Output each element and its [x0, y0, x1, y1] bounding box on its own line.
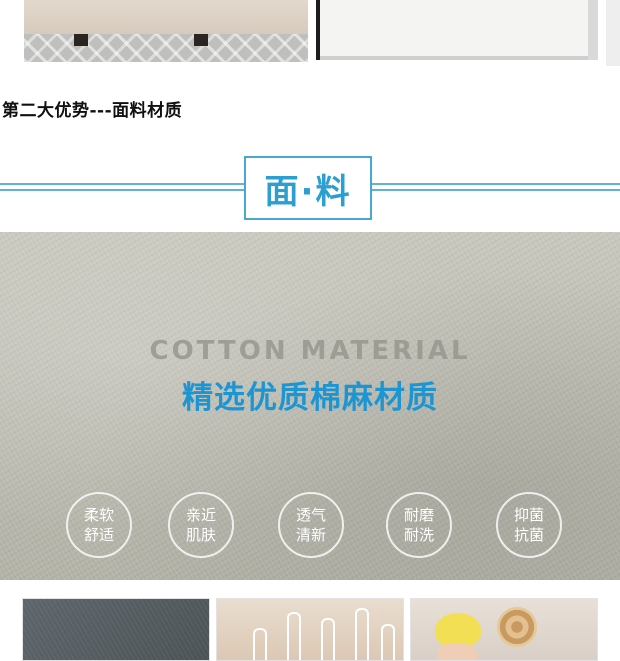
feature-badge-durable: 耐磨 耐洗	[386, 492, 452, 558]
fabric-title-banner: 面·料	[244, 156, 372, 220]
breathable-arrows-thumbnail	[216, 598, 404, 661]
feature-badge-line: 抗菌	[513, 526, 544, 544]
cotton-material-caption: COTTON MATERIAL	[149, 336, 471, 366]
fabric-slogan: 精选优质棉麻材质	[182, 380, 438, 416]
bed-leg	[194, 34, 208, 46]
bed-base	[24, 0, 308, 34]
feature-badge-antibacterial: 抑菌 抗菌	[496, 492, 562, 558]
snail-shell	[497, 607, 537, 647]
feature-badge-skin: 亲近 肌肤	[168, 492, 234, 558]
up-arrow-icon	[321, 618, 335, 660]
fabric-texture-image: COTTON MATERIAL 精选优质棉麻材质 柔软 舒适 亲近 肌肤 透气 …	[0, 232, 620, 580]
feature-badge-line: 耐洗	[403, 526, 434, 544]
thumbnail-row	[0, 580, 620, 661]
feature-badge-line: 抑菌	[513, 506, 544, 524]
up-arrow-icon	[381, 624, 395, 660]
baby-face	[437, 643, 477, 660]
feature-badge-line: 透气	[295, 506, 326, 524]
feature-badge-line: 肌肤	[185, 526, 216, 544]
up-arrow-icon	[355, 608, 369, 660]
up-arrow-icon	[287, 612, 301, 660]
photo-edge	[606, 0, 620, 66]
feature-badge-line: 舒适	[83, 526, 114, 544]
feature-badge-line: 清新	[295, 526, 326, 544]
feature-badge-line: 耐磨	[403, 506, 434, 524]
mattress-photo	[316, 0, 598, 60]
baby-photo-thumbnail	[410, 598, 598, 661]
yellow-hat	[435, 613, 481, 647]
dark-fabric-thumbnail	[22, 598, 210, 661]
top-photo-strip	[0, 0, 620, 68]
feature-badge-soft: 柔软 舒适	[66, 492, 132, 558]
feature-badge-breathable: 透气 清新	[278, 492, 344, 558]
section-heading: 第二大优势---面料材质	[2, 101, 183, 121]
feature-badge-line: 亲近	[185, 506, 216, 524]
up-arrow-icon	[253, 628, 267, 660]
bed-leg	[74, 34, 88, 46]
feature-badge-line: 柔软	[83, 506, 114, 524]
bed-base-photo	[24, 0, 308, 62]
